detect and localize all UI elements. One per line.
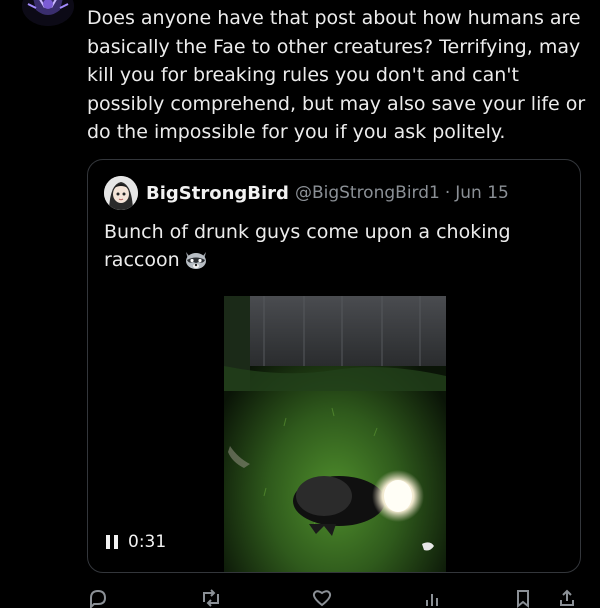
bookmark-icon[interactable]	[513, 588, 533, 608]
video-status: 0:31	[106, 532, 166, 552]
reply-icon[interactable]	[87, 588, 109, 608]
quoted-tweet-header: BigStrongBird @BigStrongBird1 · Jun 15	[104, 176, 509, 210]
quoted-user-avatar[interactable]	[104, 176, 138, 210]
quoted-display-name[interactable]: BigStrongBird	[146, 183, 289, 204]
share-icon[interactable]	[557, 588, 577, 608]
video-thumbnail	[224, 296, 446, 572]
quoted-text: Bunch of drunk guys come upon a choking …	[104, 218, 564, 278]
purple-graphic-avatar-icon	[22, 0, 74, 26]
user-avatar[interactable]	[22, 0, 74, 26]
quoted-tweet-card[interactable]: BigStrongBird @BigStrongBird1 · Jun 15 B…	[87, 159, 581, 573]
anime-character-avatar-icon	[104, 176, 138, 210]
quoted-date[interactable]: Jun 15	[455, 183, 509, 203]
post-text: Does anyone have that post about how hum…	[87, 7, 586, 144]
video-time: 0:31	[128, 532, 167, 552]
views-icon[interactable]	[423, 588, 443, 608]
quoted-text-body: Bunch of drunk guys come upon a choking …	[104, 221, 511, 271]
like-icon[interactable]	[311, 588, 333, 608]
video-player[interactable]	[224, 296, 446, 572]
raccoon-emoji-icon	[184, 248, 208, 278]
action-bar	[87, 588, 581, 608]
separator-dot: ·	[444, 183, 451, 203]
quoted-handle[interactable]: @BigStrongBird1	[295, 183, 440, 203]
retweet-icon[interactable]	[199, 588, 223, 608]
pause-icon[interactable]	[106, 535, 118, 549]
